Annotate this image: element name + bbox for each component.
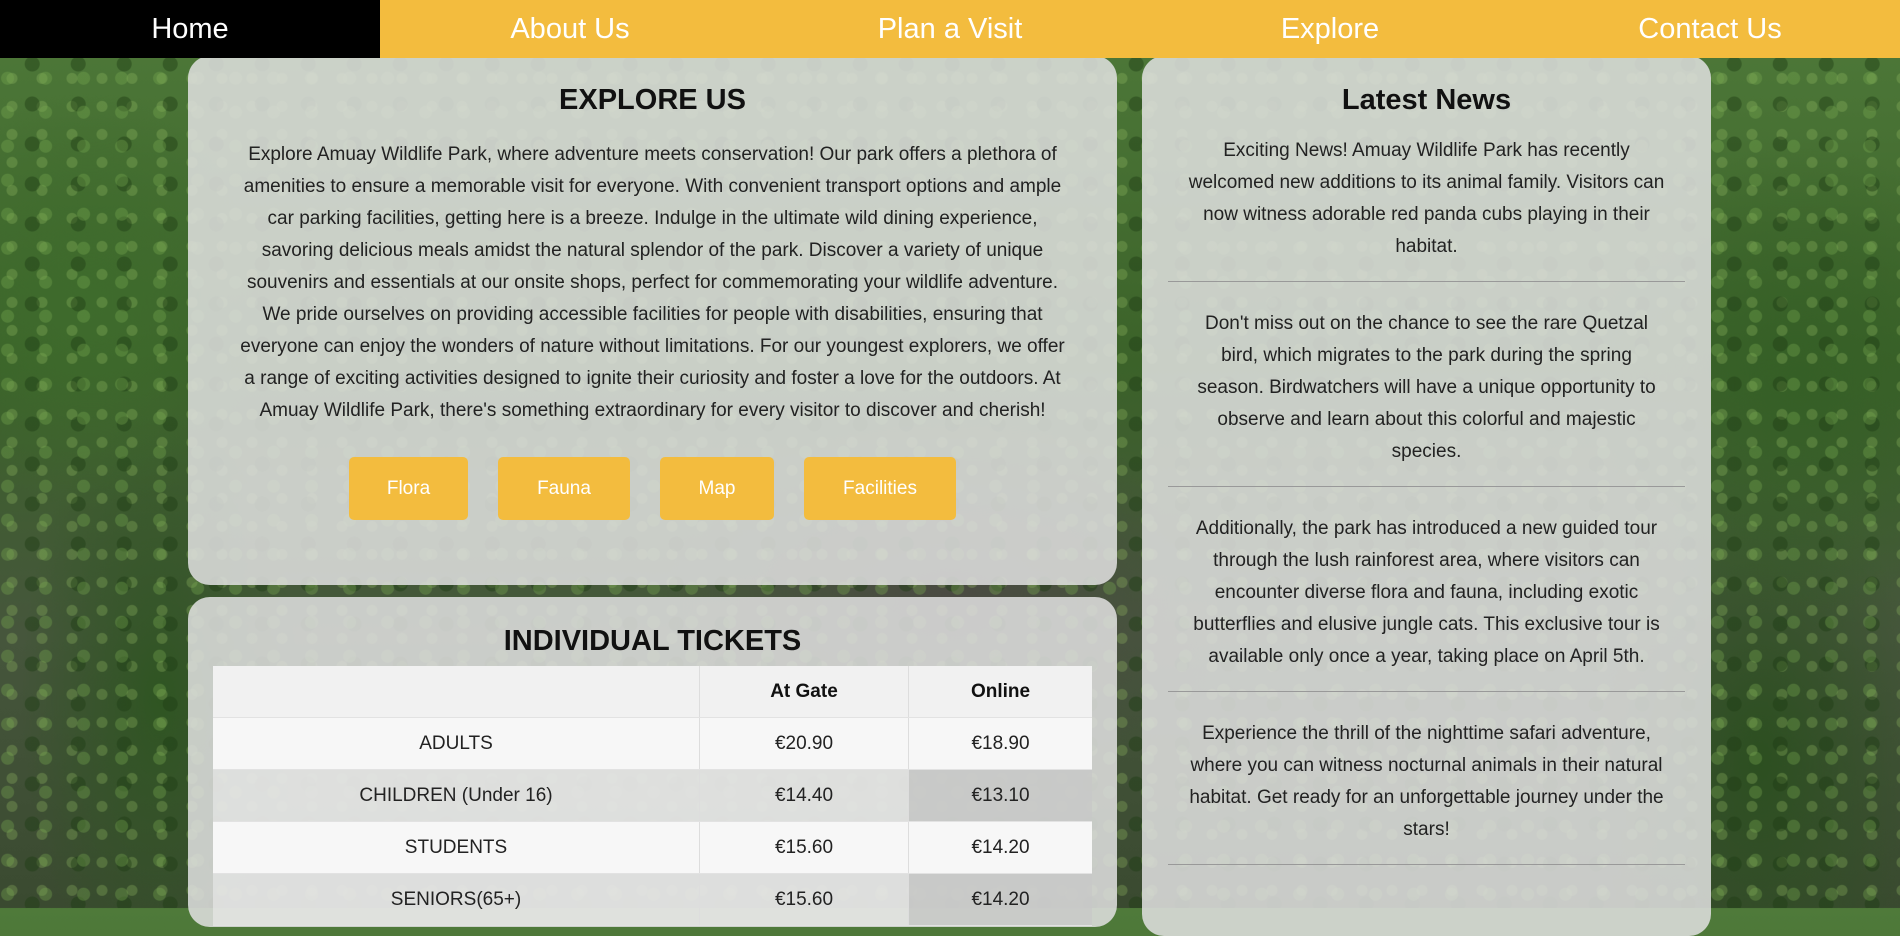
- ticket-type-cell: SENIORS(65+): [213, 873, 700, 926]
- header-at-gate: At Gate: [699, 666, 909, 718]
- news-item: Exciting News! Amuay Wildlife Park has r…: [1168, 135, 1685, 282]
- main-navigation: Home About Us Plan a Visit Explore Conta…: [0, 0, 1900, 58]
- online-price-cell: €18.90: [908, 717, 1092, 770]
- ticket-type-cell: CHILDREN (Under 16): [213, 769, 700, 822]
- ticket-type-cell: ADULTS: [213, 717, 700, 770]
- table-row: SENIORS(65+) €15.60 €14.20: [213, 873, 1092, 926]
- gate-price-cell: €14.40: [699, 769, 909, 822]
- fauna-button[interactable]: Fauna: [498, 457, 630, 520]
- explore-panel: EXPLORE US Explore Amuay Wildlife Park, …: [188, 56, 1117, 585]
- gate-price-cell: €15.60: [699, 821, 909, 874]
- table-row: CHILDREN (Under 16) €14.40 €13.10: [213, 769, 1092, 822]
- ticket-type-cell: STUDENTS: [213, 821, 700, 874]
- nav-home[interactable]: Home: [0, 0, 380, 58]
- nav-plan-a-visit[interactable]: Plan a Visit: [760, 0, 1140, 58]
- explore-button-row: Flora Fauna Map Facilities: [238, 457, 1067, 520]
- online-price-cell: €13.10: [908, 769, 1092, 822]
- nav-about-us[interactable]: About Us: [380, 0, 760, 58]
- explore-description: Explore Amuay Wildlife Park, where adven…: [240, 144, 1065, 421]
- table-row: ADULTS €20.90 €18.90: [213, 717, 1092, 770]
- tickets-title: INDIVIDUAL TICKETS: [503, 625, 802, 657]
- ticket-price-table: At Gate Online ADULTS €20.90 €18.90 CHIL…: [213, 666, 1092, 926]
- tickets-panel: INDIVIDUAL TICKETS At Gate Online ADULTS…: [188, 597, 1117, 927]
- facilities-button[interactable]: Facilities: [804, 457, 956, 520]
- news-item: Don't miss out on the chance to see the …: [1168, 308, 1685, 487]
- map-button[interactable]: Map: [660, 457, 774, 520]
- flora-button[interactable]: Flora: [349, 457, 468, 520]
- explore-title: EXPLORE US: [559, 84, 746, 116]
- nav-contact-us[interactable]: Contact Us: [1520, 0, 1900, 58]
- gate-price-cell: €20.90: [699, 717, 909, 770]
- gate-price-cell: €15.60: [699, 873, 909, 926]
- header-ticket-type: [213, 666, 700, 718]
- news-item: Experience the thrill of the nighttime s…: [1168, 718, 1685, 865]
- online-price-cell: €14.20: [908, 873, 1092, 926]
- news-item: Additionally, the park has introduced a …: [1168, 513, 1685, 692]
- table-header-row: At Gate Online: [213, 666, 1092, 718]
- nav-explore[interactable]: Explore: [1140, 0, 1520, 58]
- table-row: STUDENTS €15.60 €14.20: [213, 821, 1092, 874]
- header-online: Online: [908, 666, 1092, 718]
- online-price-cell: €14.20: [908, 821, 1092, 874]
- news-title: Latest News: [1341, 84, 1512, 116]
- latest-news-panel: Latest News Exciting News! Amuay Wildlif…: [1142, 56, 1711, 936]
